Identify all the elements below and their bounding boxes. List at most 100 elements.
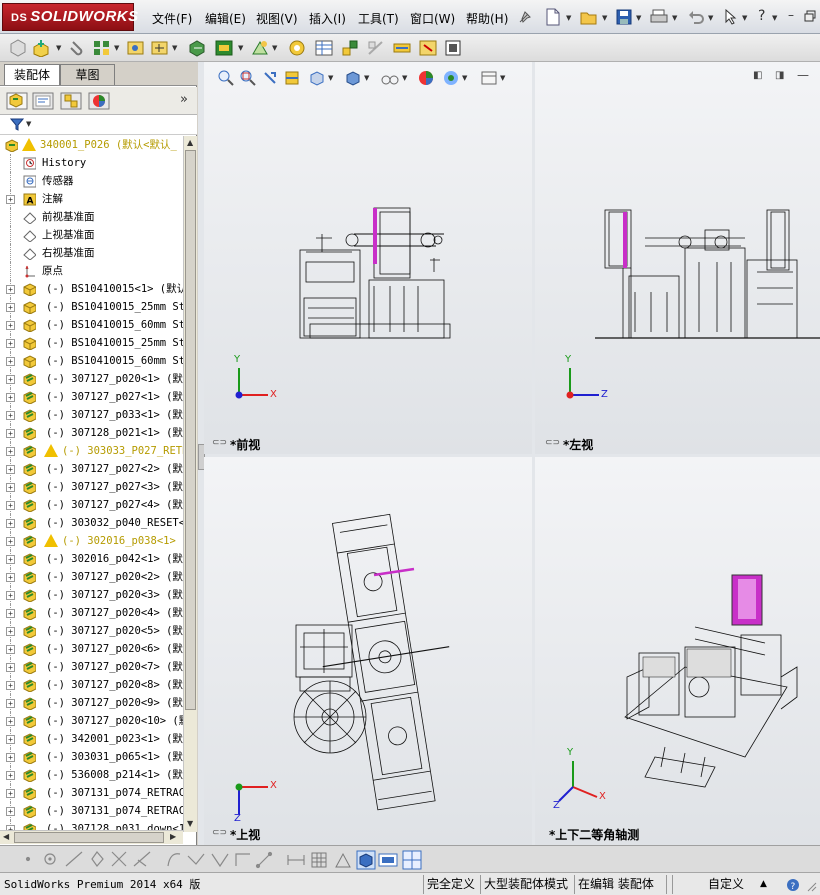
minimize-window-icon[interactable]: – [788,8,794,22]
scroll-up-icon[interactable]: ▲ [187,138,193,147]
tree-row[interactable]: + (-) 307127_p020<10> (默 [0,712,183,730]
expand-toggle-icon[interactable]: + [6,393,15,402]
viewport-split-icon[interactable]: ◧ [753,70,762,81]
chevron-down-icon[interactable]: ▼ [114,44,119,52]
view-layout-icon[interactable] [378,851,398,869]
tree-row[interactable]: 上视基准面 [0,226,183,244]
expand-toggle-icon[interactable]: + [6,501,15,510]
resize-grip-icon[interactable] [804,879,818,893]
chevron-down-icon[interactable]: ▼ [772,14,777,22]
tree-row[interactable]: + (-) BS10410015_25mm Sta [0,298,183,316]
tree-row[interactable]: 传感器 [0,172,183,190]
tree-horizontal-scrollbar[interactable]: ◀ ▶ [0,830,183,844]
expand-toggle-icon[interactable]: + [6,591,15,600]
tree-row[interactable]: + (-) 307127_p020<5> (默认 [0,622,183,640]
chevron-down-icon[interactable]: ▼ [26,120,31,128]
expand-toggle-icon[interactable]: + [6,771,15,780]
tab-assembly[interactable]: 装配体 [4,64,60,85]
reference-geometry-icon[interactable] [250,39,270,57]
tree-row[interactable]: 右视基准面 [0,244,183,262]
help-icon[interactable]: ? [786,877,800,893]
save-icon[interactable] [616,9,632,25]
chevron-down-icon[interactable]: ▼ [742,14,747,22]
chevron-down-icon[interactable]: ▼ [172,44,177,52]
tree-row[interactable]: + A 注解 [0,190,183,208]
instant3d-icon[interactable] [444,39,462,57]
tree-row[interactable]: + (-) 307127_p027<4> (默认 [0,496,183,514]
tree-row[interactable]: + (-) 307127_p020<6> (默认 [0,640,183,658]
tree-row[interactable]: + (-) 307131_p074_RETRACT [0,802,183,820]
solidworks-logo[interactable]: DS SOLIDWORKS [2,3,138,31]
print-icon[interactable] [650,9,668,25]
expand-toggle-icon[interactable]: + [6,285,15,294]
large-assembly-mode[interactable]: 大型装配体模式 [484,876,568,893]
expand-toggle-icon[interactable]: + [6,447,15,456]
viewport-iso[interactable]: Y X Z *上下二等角轴测 [535,457,820,845]
tree-row[interactable]: + (-) BS10410015<1> (默认 [0,280,183,298]
scroll-down-icon[interactable]: ▼ [187,819,193,828]
expand-panel-icon[interactable]: » [180,92,188,107]
tree-row[interactable]: + (-) 307127_p020<4> (默认 [0,604,183,622]
expand-toggle-icon[interactable]: + [6,357,15,366]
tree-row[interactable]: + (-) 307127_p020<3> (默认 [0,586,183,604]
tree-vertical-scrollbar[interactable]: ▲ ▼ [183,136,197,832]
expand-toggle-icon[interactable]: + [6,699,15,708]
new-document-icon[interactable] [545,8,561,26]
assembly-features-icon[interactable] [214,39,236,57]
graphics-area[interactable]: ▼ ▼ ▼ ▼ ▼ Y X ⊂⊃ *前视 Y Z ⊂⊃ *左视 ◧ ◨ — X … [198,62,820,845]
tree-row[interactable]: + (-) 307127_p020<9> (默认 [0,694,183,712]
minimize-icon[interactable]: — [797,68,809,82]
menu-insert[interactable]: 插入(I) [309,10,346,26]
tree-row[interactable]: 原点 [0,262,183,280]
undo-icon[interactable] [688,9,704,25]
chevron-down-icon[interactable]: ▼ [238,44,243,52]
four-view-layout-icon[interactable] [402,850,422,870]
link-view-icon[interactable]: ⊂⊃ [212,828,227,838]
chevron-down-icon[interactable]: ▼ [636,14,641,22]
grid-icon[interactable] [310,851,328,869]
tree-row[interactable]: 前视基准面 [0,208,183,226]
select-cursor-icon[interactable] [724,9,738,25]
tree-root[interactable]: 340001_P026 (默认<默认_ [0,136,183,154]
expand-toggle-icon[interactable]: + [6,645,15,654]
tree-row[interactable]: + (-) 307127_p027<2> (默认 [0,460,183,478]
menu-file[interactable]: 文件(F) [152,10,192,26]
relations-icon[interactable] [334,851,352,869]
explode-line-sketch-icon[interactable] [366,39,386,57]
help-icon[interactable]: ? [758,8,765,24]
chevron-down-icon[interactable]: ▼ [708,14,713,22]
bill-of-materials-icon[interactable] [314,39,334,57]
tree-row[interactable]: + (-) BS10410015_60mm Sta [0,316,183,334]
mate-icon[interactable] [68,39,86,57]
clearance-verification-icon[interactable] [418,39,438,57]
tree-row[interactable]: + (-) 307127_p020<7> (默认 [0,658,183,676]
expand-toggle-icon[interactable]: + [6,537,15,546]
scroll-left-icon[interactable]: ◀ [3,832,9,841]
pin-icon[interactable] [516,10,532,26]
display-manager-icon[interactable] [88,92,110,110]
tree-row[interactable]: + (-) 536008_p214<1> (默认 [0,766,183,784]
menu-edit[interactable]: 编辑(E) [205,10,246,26]
expand-toggle-icon[interactable]: + [6,321,15,330]
expand-toggle-icon[interactable]: + [6,519,15,528]
chevron-down-icon[interactable]: ▼ [566,14,571,22]
scrollbar-thumb[interactable] [14,832,164,843]
tree-row[interactable]: + (-) 307127_p027<3> (默认 [0,478,183,496]
expand-toggle-icon[interactable]: + [6,411,15,420]
chevron-down-icon[interactable]: ▼ [602,14,607,22]
expand-toggle-icon[interactable]: + [6,735,15,744]
expand-toggle-icon[interactable]: + [6,483,15,492]
expand-toggle-icon[interactable]: + [6,627,15,636]
tree-row[interactable]: + (-) 302016_p042<1> (默认 [0,550,183,568]
tree-row[interactable]: + (-) 307131_p074_RETRACT [0,784,183,802]
component-icon[interactable] [8,39,28,57]
viewport-front[interactable]: ▼ ▼ ▼ ▼ ▼ Y X ⊂⊃ *前视 [204,62,532,454]
chevron-down-icon[interactable]: ▼ [56,44,61,52]
tree-row[interactable]: + (-) 307127_p033<1> (默认 [0,406,183,424]
menu-tools[interactable]: 工具(T) [358,10,399,26]
pattern-icon[interactable] [92,39,112,57]
smart-fasteners-icon[interactable] [126,39,146,57]
exploded-view-icon[interactable] [340,39,360,57]
expand-toggle-icon[interactable]: + [6,555,15,564]
expand-toggle-icon[interactable]: + [6,303,15,312]
